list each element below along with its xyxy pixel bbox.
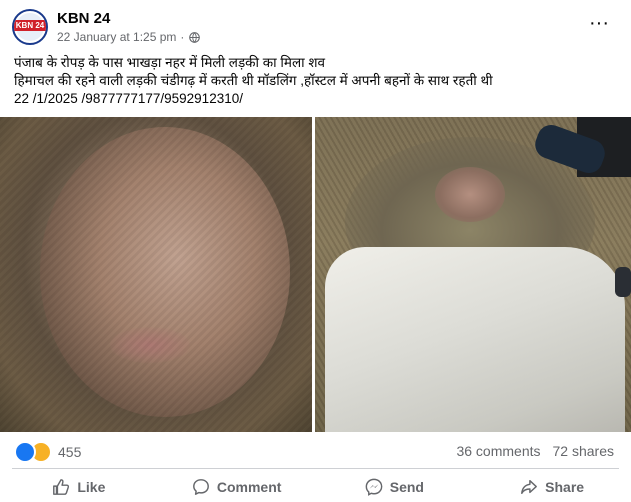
meta-separator: · <box>180 30 185 44</box>
page-name-link[interactable]: KBN 24 <box>57 10 110 27</box>
like-button-label: Like <box>77 479 106 495</box>
globe-icon <box>189 31 201 43</box>
grass-texture <box>0 117 312 432</box>
reaction-summary[interactable]: 455 <box>14 441 81 463</box>
share-button[interactable]: Share <box>473 472 631 502</box>
engagement-stats: 36 comments 72 shares <box>456 443 614 459</box>
like-reaction-icon <box>14 441 36 463</box>
share-button-label: Share <box>545 479 585 495</box>
messenger-icon <box>365 478 383 496</box>
share-icon <box>521 479 538 495</box>
send-button-label: Send <box>389 479 424 495</box>
white-sheet <box>325 247 625 432</box>
post-text: पंजाब के रोपड़ के पास भाखड़ा नहर में मिल… <box>14 54 624 108</box>
post-text-line: पंजाब के रोपड़ के पास भाखड़ा नहर में मिल… <box>14 55 326 70</box>
more-options-icon[interactable]: ··· <box>588 13 610 36</box>
post-text-line: 22 /1/2025 /9877777177/9592912310/ <box>14 91 243 106</box>
divider <box>12 468 619 469</box>
post-text-line: हिमाचल की रहने वाली लड़की चंडीगढ़ में कर… <box>14 73 493 88</box>
avatar-logo-text: KBN 24 <box>14 20 46 31</box>
send-button[interactable]: Send <box>316 472 474 502</box>
comment-button-label: Comment <box>216 479 282 495</box>
post-photos <box>0 117 631 432</box>
page-avatar[interactable]: KBN 24 <box>12 9 48 45</box>
comment-button[interactable]: Comment <box>158 472 316 502</box>
post-meta: 22 January at 1:25 pm · <box>57 30 201 44</box>
photo-left[interactable] <box>0 117 312 432</box>
like-button[interactable]: Like <box>0 472 158 502</box>
comments-count-link[interactable]: 36 comments <box>456 443 540 459</box>
reaction-count: 455 <box>58 444 82 460</box>
photo-right[interactable] <box>315 117 631 432</box>
shares-count-link[interactable]: 72 shares <box>553 443 614 459</box>
thumbs-up-icon <box>53 479 70 495</box>
shoe <box>615 267 631 297</box>
comment-icon <box>192 479 209 495</box>
post-timestamp[interactable]: 22 January at 1:25 pm <box>57 30 176 44</box>
post-header: KBN 24 KBN 24 22 January at 1:25 pm · ··… <box>0 0 631 50</box>
action-bar: Like Comment Send Share <box>0 472 631 502</box>
blurred-face-region <box>435 167 505 222</box>
